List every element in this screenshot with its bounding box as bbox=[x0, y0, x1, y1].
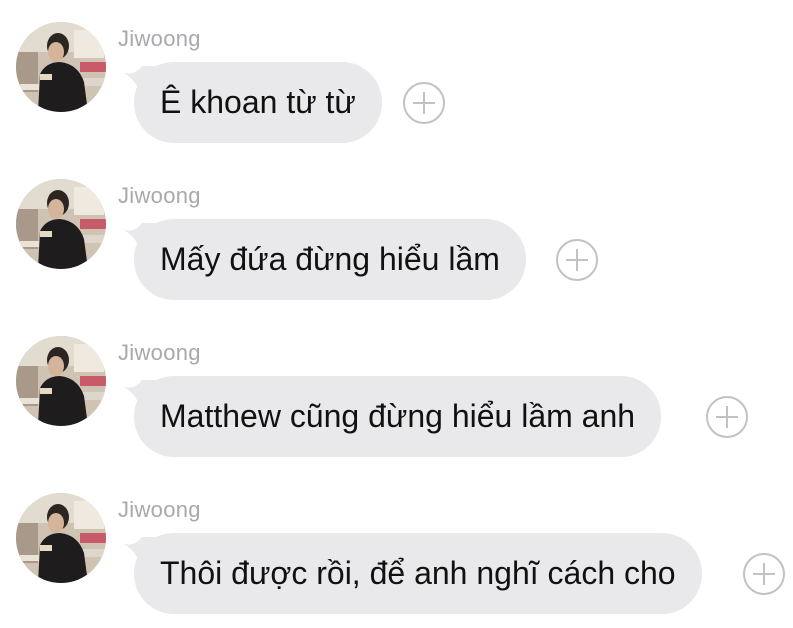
plus-circle-icon[interactable] bbox=[706, 396, 748, 438]
sender-name: Jiwoong bbox=[118, 340, 201, 365]
profile-photo-icon bbox=[16, 336, 106, 426]
message-bubble[interactable]: Thôi được rồi, để anh nghĩ cách cho bbox=[134, 533, 702, 614]
sender-name: Jiwoong bbox=[118, 497, 201, 522]
plus-circle-icon[interactable] bbox=[743, 553, 785, 595]
plus-circle-icon[interactable] bbox=[403, 82, 445, 124]
avatar[interactable] bbox=[16, 22, 106, 112]
profile-photo-icon bbox=[16, 493, 106, 583]
plus-circle-icon[interactable] bbox=[556, 239, 598, 281]
profile-photo-icon bbox=[16, 179, 106, 269]
message-group: Jiwoong Matthew cũng đừng hiểu lầm anh bbox=[0, 314, 793, 464]
message-bubble[interactable]: Matthew cũng đừng hiểu lầm anh bbox=[134, 376, 662, 457]
message-bubble[interactable]: Mấy đứa đừng hiểu lầm bbox=[134, 219, 526, 300]
profile-photo-icon bbox=[16, 22, 106, 112]
message-bubble[interactable]: Ê khoan từ từ bbox=[134, 62, 382, 143]
sender-name: Jiwoong bbox=[118, 26, 201, 51]
sender-name: Jiwoong bbox=[118, 183, 201, 208]
avatar[interactable] bbox=[16, 336, 106, 426]
avatar[interactable] bbox=[16, 493, 106, 583]
message-group: Jiwoong Mấy đứa đừng hiểu lầm bbox=[0, 157, 793, 307]
message-group: Jiwoong Thôi được rồi, để anh nghĩ cách … bbox=[0, 471, 793, 621]
avatar[interactable] bbox=[16, 179, 106, 269]
message-group: Jiwoong Ê khoan từ từ bbox=[0, 0, 793, 150]
